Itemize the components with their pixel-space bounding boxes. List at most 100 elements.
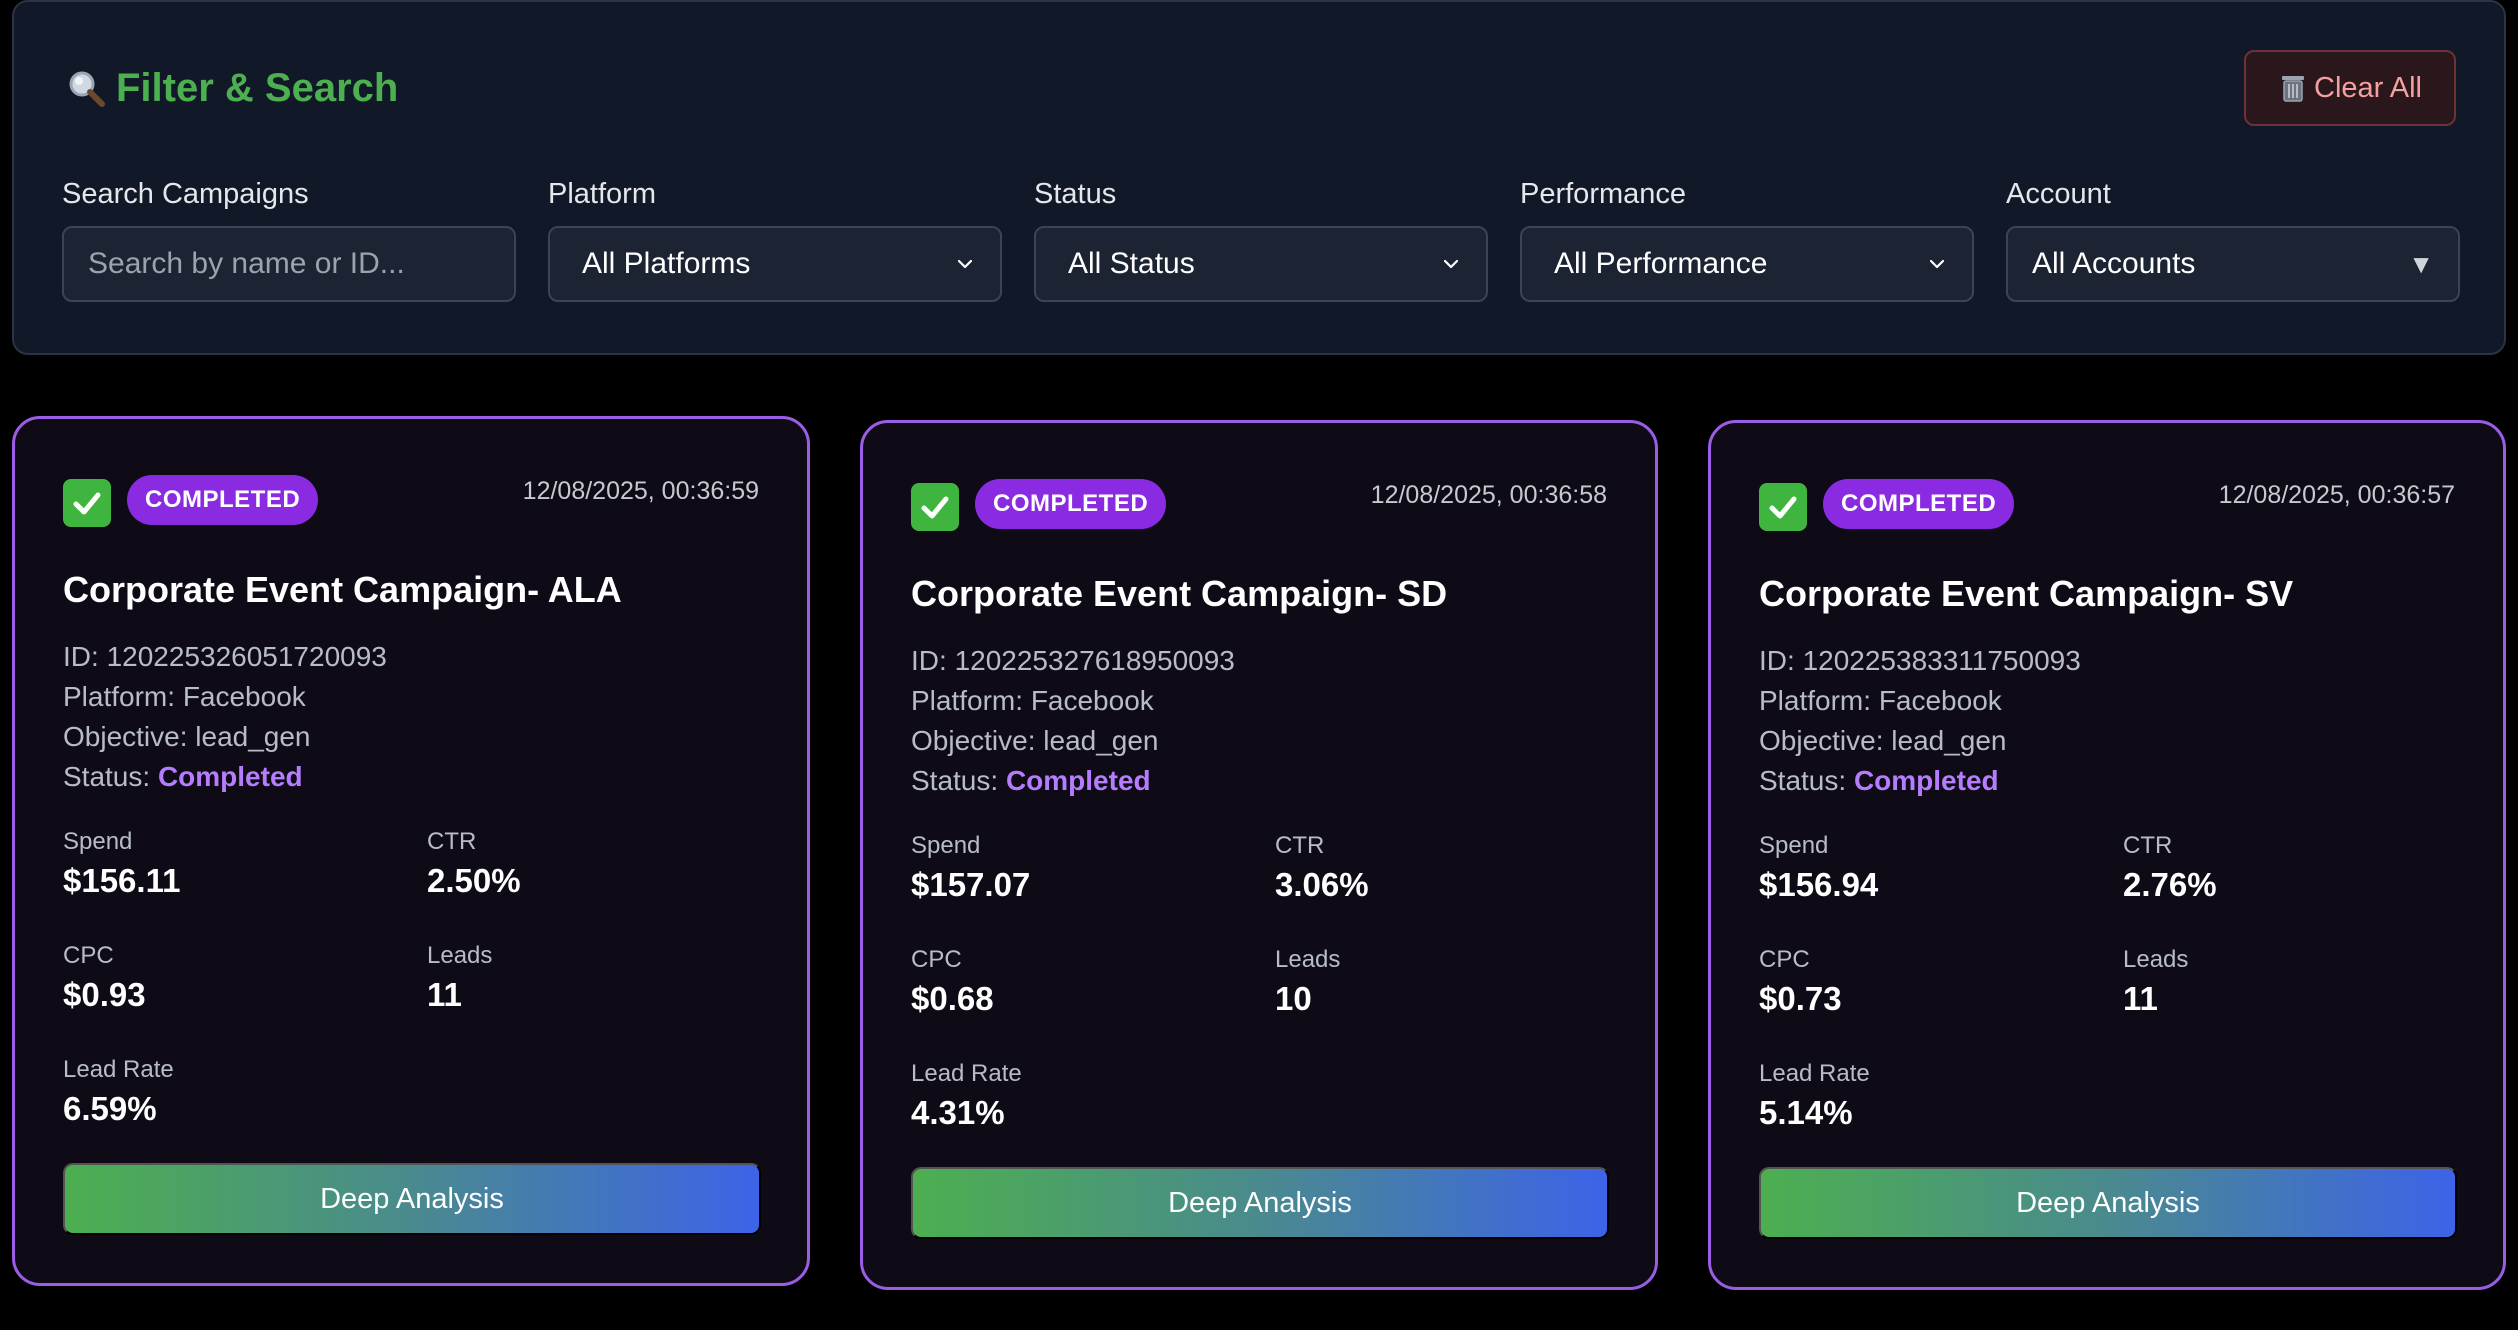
status-label: Status:	[63, 761, 151, 792]
check-icon	[911, 483, 959, 531]
metrics-grid: Spend $157.07 CTR 3.06% CPC $0.68 Leads 10 L…	[911, 831, 1613, 1135]
filter-title-text: Filter & Search	[116, 66, 399, 110]
triangle-down-icon: ▼	[2408, 248, 2434, 279]
metric-value: 3.06%	[1275, 866, 1369, 903]
campaign-id-row: ID: 120225327618950093	[911, 641, 1235, 681]
objective-label: Objective:	[1759, 725, 1884, 756]
metric-value: $157.07	[911, 866, 1031, 903]
id-label: ID:	[63, 641, 99, 672]
platform-label: Platform:	[911, 685, 1024, 716]
status-label: Status:	[1759, 765, 1847, 796]
platform-row: Platform: Facebook	[1759, 681, 2081, 721]
metric-value: 2.76%	[2123, 866, 2217, 903]
deep-analysis-button[interactable]: Deep Analysis	[63, 1163, 761, 1235]
metric-lead-rate: Lead Rate 4.31%	[911, 1059, 1275, 1135]
id-label: ID:	[1759, 645, 1795, 676]
filter-title: Filter & Search	[62, 62, 398, 114]
objective-value: lead_gen	[1891, 725, 2007, 756]
campaign-id: 120225327618950093	[954, 645, 1235, 676]
metric-label: Spend	[911, 832, 981, 859]
campaign-id-row: ID: 120225383311750093	[1759, 641, 2081, 681]
objective-label: Objective:	[911, 725, 1036, 756]
objective-row: Objective: lead_gen	[1759, 721, 2081, 761]
platform-label: Platform	[548, 178, 656, 210]
platform-row: Platform: Facebook	[63, 677, 387, 717]
metrics-grid: Spend $156.11 CTR 2.50% CPC $0.93 Leads 11 L…	[63, 827, 765, 1131]
status-label: Status	[1034, 178, 1117, 210]
account-selected: All Accounts	[2032, 247, 2196, 280]
metric-label: CPC	[911, 946, 962, 973]
deep-analysis-button[interactable]: Deep Analysis	[911, 1167, 1609, 1239]
metric-cpc: CPC $0.68	[911, 945, 1275, 1021]
campaign-card: COMPLETED 12/08/2025, 00:36:59 Corporate…	[12, 416, 810, 1286]
metric-spend: Spend $157.07	[911, 831, 1275, 907]
campaign-meta: ID: 120225326051720093 Platform: Faceboo…	[63, 637, 387, 797]
status-label: Status:	[911, 765, 999, 796]
platform-selected: All Platforms	[582, 247, 751, 280]
performance-group: Performance All Performance	[1520, 174, 1974, 302]
status-value: Completed	[1005, 765, 1151, 796]
card-header: COMPLETED 12/08/2025, 00:36:57	[1759, 479, 2455, 539]
chevron-down-icon	[1926, 253, 1948, 275]
metric-cpc: CPC $0.93	[63, 941, 427, 1017]
objective-value: lead_gen	[1043, 725, 1159, 756]
status-group: Status All Status	[1034, 174, 1488, 302]
trash-icon	[2278, 72, 2308, 104]
metric-ctr: CTR 2.50%	[427, 827, 765, 903]
metric-value: 2.50%	[427, 862, 521, 899]
search-label: Search Campaigns	[62, 178, 309, 210]
status-badge: COMPLETED	[1823, 479, 2015, 529]
metric-value: 6.59%	[63, 1090, 157, 1127]
clear-all-label: Clear All	[2314, 71, 2422, 104]
metric-value: 11	[2123, 980, 2158, 1017]
card-header: COMPLETED 12/08/2025, 00:36:58	[911, 479, 1607, 539]
metric-lead-rate: Lead Rate 5.14%	[1759, 1059, 2123, 1135]
metric-value: 4.31%	[911, 1094, 1005, 1131]
metric-value: 5.14%	[1759, 1094, 1853, 1131]
search-group: Search Campaigns Search by name or ID...	[62, 174, 516, 302]
status-select[interactable]: All Status	[1034, 226, 1488, 302]
campaign-card: COMPLETED 12/08/2025, 00:36:58 Corporate…	[860, 420, 1658, 1290]
status-value: Completed	[157, 761, 303, 792]
metric-lead-rate: Lead Rate 6.59%	[63, 1055, 427, 1131]
metric-ctr: CTR 2.76%	[2123, 831, 2461, 907]
metric-label: CTR	[1275, 832, 1325, 859]
filter-panel: Filter & Search Clear All Search Campaig…	[12, 0, 2506, 355]
platform-label: Platform:	[63, 681, 176, 712]
metrics-grid: Spend $156.94 CTR 2.76% CPC $0.73 Leads 11 L…	[1759, 831, 2461, 1135]
platform-select[interactable]: All Platforms	[548, 226, 1002, 302]
deep-analysis-button[interactable]: Deep Analysis	[1759, 1167, 2457, 1239]
metric-value: 11	[427, 976, 462, 1013]
platform-value: Facebook	[1878, 685, 2002, 716]
status-row: Status: Completed	[63, 757, 387, 797]
status-selected: All Status	[1068, 247, 1195, 280]
metric-label: Leads	[427, 942, 493, 969]
metric-label: CPC	[63, 942, 114, 969]
metric-leads: Leads 11	[427, 941, 765, 1017]
platform-value: Facebook	[182, 681, 306, 712]
campaign-title: Corporate Event Campaign- SV	[1759, 573, 2294, 614]
check-icon	[1759, 483, 1807, 531]
account-select[interactable]: All Accounts ▼	[2006, 226, 2460, 302]
campaign-id-row: ID: 120225326051720093	[63, 637, 387, 677]
performance-select[interactable]: All Performance	[1520, 226, 1974, 302]
clear-all-button[interactable]: Clear All	[2244, 50, 2456, 126]
chevron-down-icon	[954, 253, 976, 275]
metric-leads: Leads 11	[2123, 945, 2461, 1021]
performance-selected: All Performance	[1554, 247, 1768, 280]
metric-label: Spend	[1759, 832, 1829, 859]
check-icon	[63, 479, 111, 527]
metric-ctr: CTR 3.06%	[1275, 831, 1613, 907]
metric-label: Lead Rate	[911, 1060, 1022, 1087]
id-label: ID:	[911, 645, 947, 676]
platform-group: Platform All Platforms	[548, 174, 1002, 302]
filter-controls: Search Campaigns Search by name or ID...…	[62, 174, 2460, 302]
metric-label: Spend	[63, 828, 133, 855]
search-input[interactable]: Search by name or ID...	[62, 226, 516, 302]
metric-spend: Spend $156.94	[1759, 831, 2123, 907]
metric-value: 10	[1275, 980, 1312, 1017]
performance-label: Performance	[1520, 178, 1687, 210]
platform-value: Facebook	[1030, 685, 1154, 716]
status-row: Status: Completed	[911, 761, 1235, 801]
magnifier-icon	[62, 64, 110, 112]
